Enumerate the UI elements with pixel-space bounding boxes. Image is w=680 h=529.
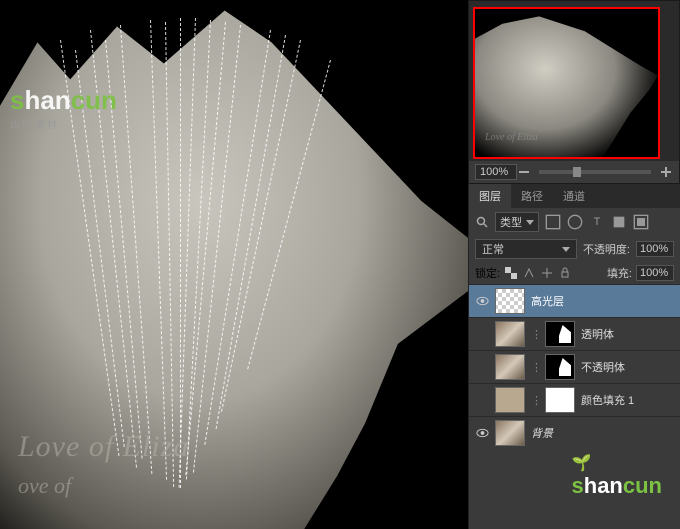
layers-list: 高光层 ⋮ 透明体 ⋮ 不透明体 ⋮ 颜色填充 1 背景 [469,284,680,449]
layer-name[interactable]: 颜色填充 1 [581,392,674,408]
navigator-view-frame[interactable] [473,7,660,159]
layer-name[interactable]: 不透明体 [581,359,674,375]
chevron-down-icon [526,220,534,225]
chevron-down-icon [562,247,570,252]
site-watermark-corner: 🌱 shancun [572,453,663,499]
layer-row[interactable]: ⋮ 颜色填充 1 [469,383,680,416]
lock-pixels-icon[interactable] [522,266,536,280]
zoom-value[interactable]: 100% [475,164,517,180]
zoom-out-icon[interactable] [517,165,531,179]
opacity-value[interactable]: 100% [636,241,674,257]
image-watermark-text-2: ove of [18,473,71,499]
layer-row[interactable]: ⋮ 不透明体 [469,350,680,383]
filter-pixel-icon[interactable] [545,215,561,229]
layer-row[interactable]: 背景 [469,416,680,449]
mask-link-icon[interactable]: ⋮ [531,361,539,374]
filter-text-icon[interactable]: T [589,215,605,229]
layer-thumbnail[interactable] [495,321,525,347]
mask-link-icon[interactable]: ⋮ [531,328,539,341]
search-icon[interactable] [475,215,489,229]
layer-mask-thumbnail[interactable] [545,354,575,380]
fill-value[interactable]: 100% [636,265,674,281]
blend-mode-row: 正常 不透明度: 100% [469,236,680,262]
mask-link-icon[interactable]: ⋮ [531,394,539,407]
visibility-icon[interactable] [475,327,489,341]
filter-shape-icon[interactable] [611,215,627,229]
filter-kind-select[interactable]: 类型 [495,212,539,232]
visibility-icon[interactable] [475,426,489,440]
layer-thumbnail[interactable] [495,288,525,314]
layer-mask-thumbnail[interactable] [545,321,575,347]
panel-tabs: 图层 路径 通道 [469,184,680,208]
visibility-icon[interactable] [475,360,489,374]
visibility-icon[interactable] [475,294,489,308]
lock-all-icon[interactable] [558,266,572,280]
filter-adjustment-icon[interactable] [567,215,583,229]
canvas-area[interactable]: Love of Eliza ove of shancun 山村 素材 [0,0,468,529]
layer-row[interactable]: 高光层 [469,284,680,317]
layer-name[interactable]: 背景 [531,425,674,441]
tab-layers[interactable]: 图层 [469,184,511,208]
site-watermark: shancun 山村 素材 [10,85,117,131]
opacity-label: 不透明度: [583,241,630,257]
tab-channels[interactable]: 通道 [553,184,595,208]
lock-row: 锁定: 填充: 100% [469,262,680,284]
zoom-slider[interactable] [539,170,651,174]
visibility-icon[interactable] [475,393,489,407]
layer-mask-thumbnail[interactable] [545,387,575,413]
layer-thumbnail[interactable] [495,354,525,380]
layer-filter-row: 类型 T [469,208,680,236]
layer-row[interactable]: ⋮ 透明体 [469,317,680,350]
fill-label: 填充: [607,265,632,281]
lock-position-icon[interactable] [540,266,554,280]
layer-thumbnail[interactable] [495,420,525,446]
filter-smart-icon[interactable] [633,215,649,229]
zoom-slider-thumb[interactable] [573,167,581,177]
layer-name[interactable]: 透明体 [581,326,674,342]
tab-paths[interactable]: 路径 [511,184,553,208]
lock-label: 锁定: [475,265,500,281]
image-watermark-text: Love of Eliza [18,430,189,464]
lock-transparency-icon[interactable] [504,266,518,280]
layer-name[interactable]: 高光层 [531,293,674,309]
navigator-panel: Love of Eliza 100% [468,0,680,184]
zoom-in-icon[interactable] [659,165,673,179]
layer-thumbnail[interactable] [495,387,525,413]
blend-mode-select[interactable]: 正常 [475,239,577,259]
